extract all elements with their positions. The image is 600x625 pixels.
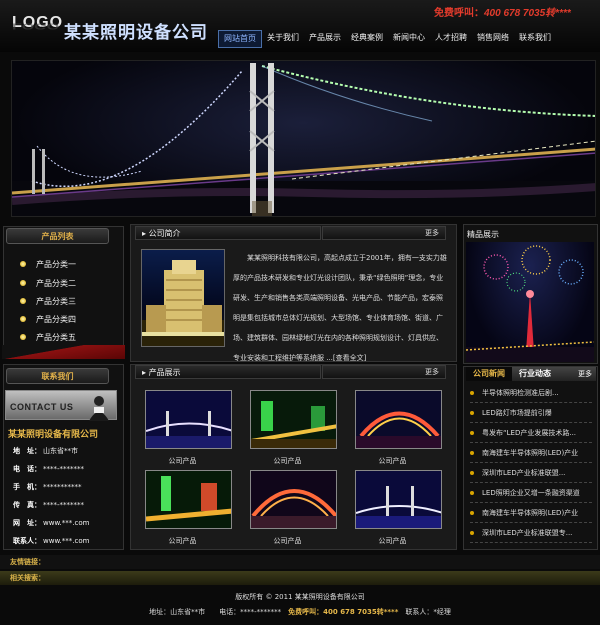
hotline: 免费呼叫：400 678 7035转**** [434,4,571,19]
tab-industry-news[interactable]: 行业动态 [512,367,558,381]
category-item[interactable]: 产品分类一 [20,257,76,271]
contact-company: 某某照明设备有限公司 [8,429,99,439]
nav-jobs[interactable]: 人才招聘 [430,30,472,48]
products-more-link[interactable]: 更多 [425,367,439,377]
news-item[interactable]: 深圳市LED产业标准联盟... [470,464,592,483]
category-item[interactable]: 产品分类三 [20,294,76,308]
news-item[interactable]: LED路灯市场提前引爆 [470,404,592,423]
nav-products[interactable]: 产品展示 [304,30,346,48]
product-caption: 公司产品 [378,457,407,465]
footer-contact-person: 联系人：*经理 [398,608,451,616]
bullet-icon [470,451,474,455]
product-image [251,471,336,528]
building-illustration [142,260,224,346]
news-item[interactable]: 南海建车半导体照明(LED)产业 [470,504,592,523]
bullet-icon [470,511,474,515]
contact-panel-title: 联系我们 [6,368,109,384]
product-image [251,391,336,448]
nav-cases[interactable]: 经典案例 [346,30,388,48]
bulb-icon [20,334,26,340]
news-more-link[interactable]: 更多 [558,367,596,381]
footer-info: 地址：山东省**市 电话：****-******* 免费呼叫：400 678 7… [0,607,600,617]
category-item[interactable]: 产品分类四 [20,312,76,326]
category-panel-title: 产品列表 [6,228,109,244]
related-search-bar: 相关搜索： [0,571,600,585]
friend-links-bar: 友情链接： [0,555,600,569]
footer-hotline-label: 免费呼叫： [288,608,324,616]
product-thumb[interactable] [250,470,337,529]
hotline-label: 免费呼叫： [434,8,484,19]
bullet-icon [470,431,474,435]
news-item[interactable]: LED照明企业又增一条融资渠道 [470,484,592,503]
related-search-label: 相关搜索： [10,574,45,582]
bullet-icon [470,531,474,535]
news-item[interactable]: 深圳市LED产业标准联盟专... [470,524,592,543]
about-more-bar: 更多 [322,226,446,240]
nav-contact[interactable]: 联系我们 [514,30,556,48]
product-thumb[interactable] [145,470,232,529]
about-text: 某某照明科技有限公司，高起点成立于2001年，拥有一支实力雄厚的产品技术研发和专… [233,254,447,362]
featured-image[interactable] [466,242,594,362]
product-caption: 公司产品 [378,537,407,545]
fireworks-illustration [466,245,594,362]
product-caption: 公司产品 [168,537,197,545]
logo-reflection: LOGO [12,21,60,31]
contact-row: 联系人： www.***.com [13,537,90,545]
contact-row: 电 话： ****-******* [13,465,85,473]
category-item[interactable]: 产品分类二 [20,276,76,290]
product-image [146,391,231,448]
footer-address: 地址：山东省**市 电话：****-******* [149,608,289,616]
product-thumb[interactable] [355,470,442,529]
contact-row: 手 机： *********** [13,483,82,491]
bullet-icon [470,471,474,475]
decorative-red-bar [2,345,125,359]
product-image [146,471,231,528]
products-more-bar: 更多 [322,365,446,379]
company-building-image [141,249,225,347]
news-item[interactable]: 半导体照明检测准后剧... [470,384,592,403]
products-header: ▸ 产品展示 [135,365,321,379]
news-item[interactable]: 南海建车半导体照明(LED)产业 [470,444,592,463]
friend-links-label: 友情链接： [10,558,45,566]
bullet-icon [470,411,474,415]
tab-company-news[interactable]: 公司新闻 [466,367,512,381]
product-thumb[interactable] [355,390,442,449]
hotline-number: 400 678 7035转**** [484,8,571,19]
main-nav: 网站首页 关于我们 产品展示 经典案例 新闻中心 人才招聘 销售网络 联系我们 [218,30,556,48]
bulb-icon [20,280,26,286]
contact-us-text: CONTACT US [10,402,74,412]
bulb-icon [20,261,26,267]
bulb-icon [20,316,26,322]
product-image [356,471,441,528]
bulb-icon [20,298,26,304]
product-image [356,391,441,448]
news-item[interactable]: 粤发布“LED产业发展技术路... [470,424,592,443]
nav-home[interactable]: 网站首页 [218,30,262,48]
about-title: ▸ 公司简介 [142,229,181,238]
nav-news[interactable]: 新闻中心 [388,30,430,48]
product-caption: 公司产品 [273,537,302,545]
contact-row: 网 址： www.***.com [13,519,90,527]
bridge-illustration [12,63,595,216]
about-header: ▸ 公司简介 [135,226,321,240]
featured-title: 精品展示 [467,230,499,239]
footer-hotline-number: 400 678 7035转**** [323,608,399,616]
product-thumb[interactable] [250,390,337,449]
category-item[interactable]: 产品分类五 [20,330,76,344]
product-caption: 公司产品 [168,457,197,465]
bullet-icon [470,491,474,495]
banner-image [11,60,596,217]
nav-sales[interactable]: 销售网络 [472,30,514,48]
contact-row: 地 址： 山东省**市 [13,447,78,455]
bullet-icon [470,391,474,395]
company-name: 某某照明设备公司 [64,23,208,42]
product-thumb[interactable] [145,390,232,449]
products-title: ▸ 产品展示 [142,368,181,377]
nav-about[interactable]: 关于我们 [262,30,304,48]
about-more-link[interactable]: 更多 [425,228,439,238]
copyright: 版权所有 © 2011 某某照明设备有限公司 [235,593,365,601]
contact-row: 传 真： ****-******* [13,501,85,509]
product-caption: 公司产品 [273,457,302,465]
